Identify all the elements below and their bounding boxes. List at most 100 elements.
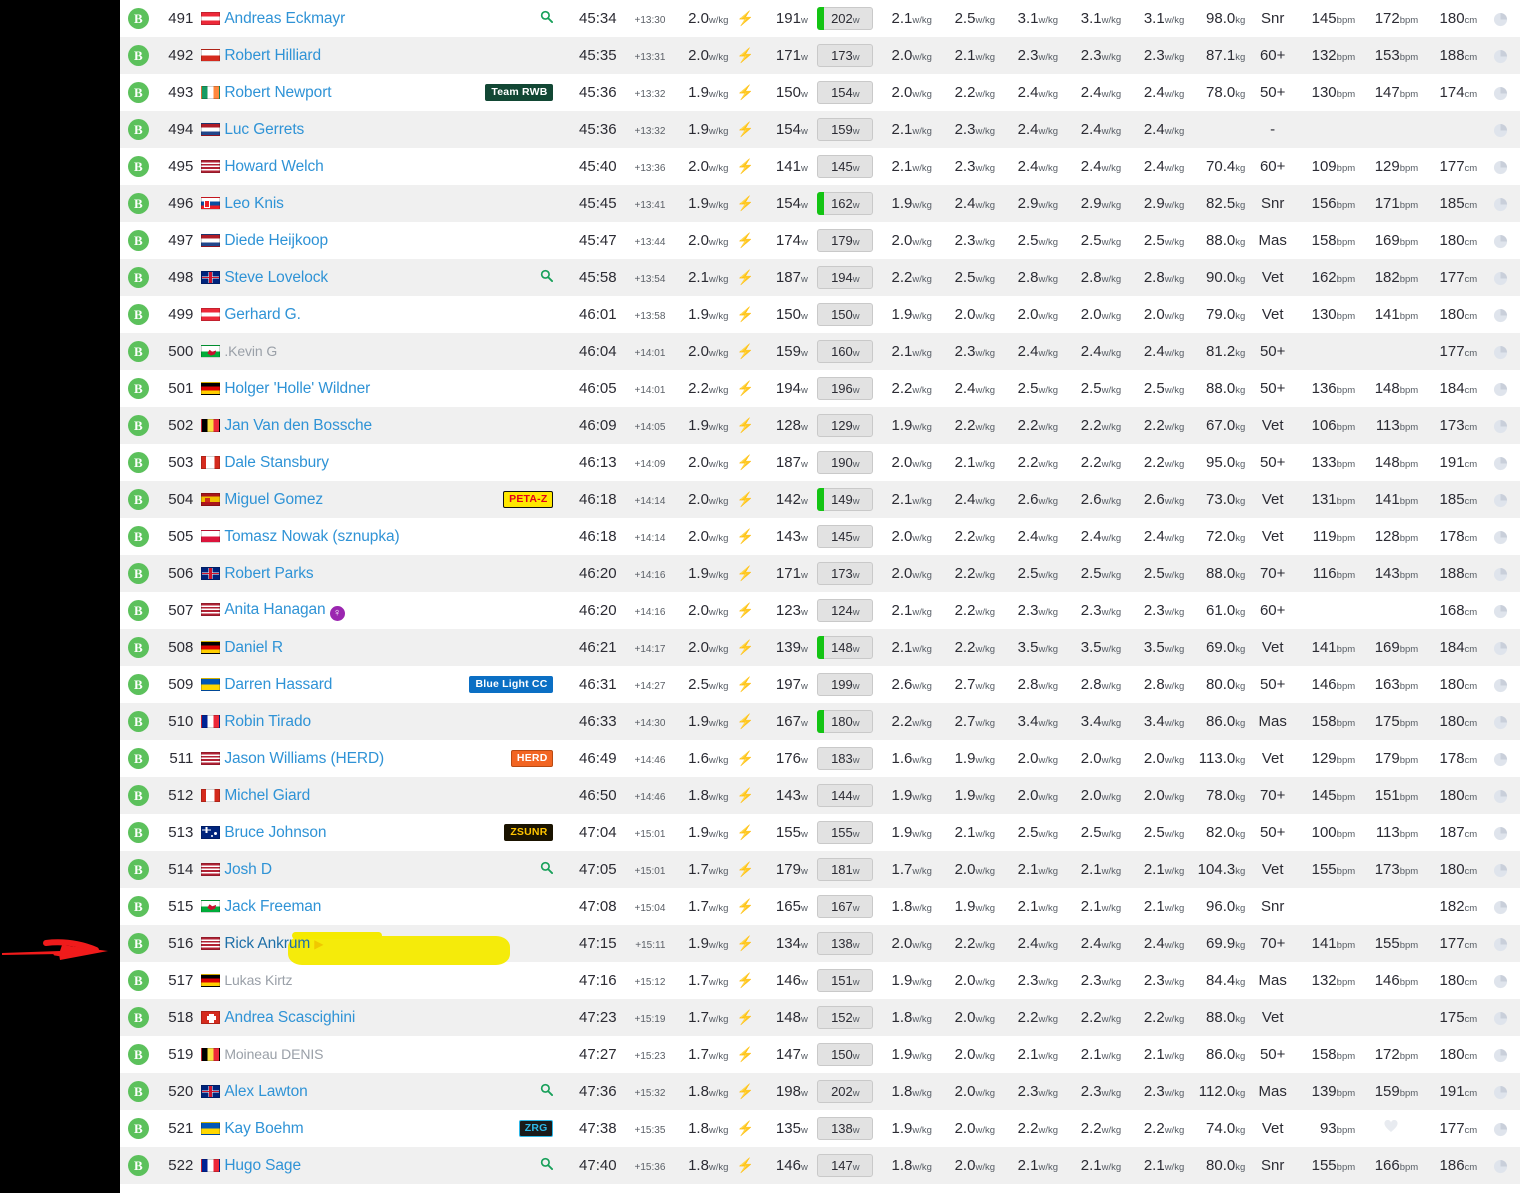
rider-name-link[interactable]: Daniel R bbox=[224, 639, 283, 656]
analysis-pie-icon[interactable] bbox=[1493, 567, 1508, 582]
analysis-pie-icon[interactable] bbox=[1493, 271, 1508, 286]
rider-name-cell[interactable]: Jason Williams (HERD) bbox=[197, 740, 451, 777]
team-badge[interactable]: PETA-Z bbox=[503, 491, 554, 509]
table-row[interactable]: B 512 Michel Giard 46:50 +14:46 1.8w/kg ⚡ 143w 1… bbox=[120, 777, 1520, 814]
team-cell[interactable]: ZRG bbox=[452, 1110, 558, 1147]
analysis-cell[interactable] bbox=[1481, 481, 1520, 518]
analysis-cell[interactable] bbox=[1481, 148, 1520, 185]
rider-name-cell[interactable]: .Kevin G bbox=[197, 333, 451, 370]
team-cell[interactable] bbox=[452, 185, 558, 222]
rider-name-cell[interactable]: Tomasz Nowak (sznupka) bbox=[197, 518, 451, 555]
analysis-cell[interactable] bbox=[1481, 1036, 1520, 1073]
team-cell[interactable] bbox=[452, 925, 558, 962]
rider-name-cell[interactable]: Josh D bbox=[197, 851, 451, 888]
analysis-cell[interactable] bbox=[1481, 629, 1520, 666]
rider-name-link[interactable]: Robert Parks bbox=[224, 565, 313, 582]
team-cell[interactable] bbox=[452, 111, 558, 148]
team-cell[interactable] bbox=[452, 555, 558, 592]
analysis-cell[interactable] bbox=[1481, 222, 1520, 259]
table-row[interactable]: B 504 Miguel Gomez PETA-Z 46:18 +14:14 2.0w/kg… bbox=[120, 481, 1520, 518]
rider-name-cell[interactable]: Gerhard G. bbox=[197, 296, 451, 333]
table-row[interactable]: B 510 Robin Tirado 46:33 +14:30 1.9w/kg ⚡ 167w 1… bbox=[120, 703, 1520, 740]
rider-name-link[interactable]: Michel Giard bbox=[224, 787, 310, 804]
analysis-pie-icon[interactable] bbox=[1493, 678, 1508, 693]
analysis-cell[interactable] bbox=[1481, 1110, 1520, 1147]
analysis-pie-icon[interactable] bbox=[1493, 456, 1508, 471]
analysis-pie-icon[interactable] bbox=[1493, 160, 1508, 175]
rider-name-link[interactable]: Robert Newport bbox=[224, 84, 331, 101]
analysis-pie-icon[interactable] bbox=[1493, 715, 1508, 730]
table-row[interactable]: B 511 Jason Williams (HERD) HERD 46:49 +14:46… bbox=[120, 740, 1520, 777]
team-cell[interactable] bbox=[452, 37, 558, 74]
search-icon[interactable] bbox=[540, 1157, 554, 1170]
rider-name-link[interactable]: Andrea Scascighini bbox=[224, 1009, 355, 1026]
analysis-pie-icon[interactable] bbox=[1493, 863, 1508, 878]
analysis-cell[interactable] bbox=[1481, 74, 1520, 111]
analysis-cell[interactable] bbox=[1481, 666, 1520, 703]
table-row[interactable]: B 499 Gerhard G. 46:01 +13:58 1.9w/kg ⚡ 150w 150… bbox=[120, 296, 1520, 333]
team-cell[interactable]: Team RWB bbox=[452, 74, 558, 111]
rider-name-link[interactable]: Gerhard G. bbox=[224, 306, 301, 323]
analysis-cell[interactable] bbox=[1481, 740, 1520, 777]
rider-name-link[interactable]: Hugo Sage bbox=[224, 1157, 301, 1174]
analysis-pie-icon[interactable] bbox=[1493, 197, 1508, 212]
team-cell[interactable]: ZSUNR bbox=[452, 814, 558, 851]
analysis-cell[interactable] bbox=[1481, 111, 1520, 148]
rider-name-cell[interactable]: Howard Welch bbox=[197, 148, 451, 185]
rider-name-cell[interactable]: Rick Ankrum ▶ bbox=[197, 925, 451, 962]
rider-name-cell[interactable]: Steve Lovelock bbox=[197, 259, 451, 296]
analysis-cell[interactable] bbox=[1481, 185, 1520, 222]
analysis-pie-icon[interactable] bbox=[1493, 123, 1508, 138]
table-row[interactable]: B 507 Anita Hanagan ♀ 46:20 +14:16 2.0w/kg ⚡ 123… bbox=[120, 592, 1520, 629]
rider-name-cell[interactable]: Miguel Gomez bbox=[197, 481, 451, 518]
table-row[interactable]: B 496 Leo Knis 45:45 +13:41 1.9w/kg ⚡ 154w 162w 1… bbox=[120, 185, 1520, 222]
table-row[interactable]: B 498 Steve Lovelock 45:58 +13:54 2.1w/kg ⚡ 187… bbox=[120, 259, 1520, 296]
rider-name-link[interactable]: Dale Stansbury bbox=[224, 454, 329, 471]
team-cell[interactable] bbox=[452, 333, 558, 370]
team-cell[interactable] bbox=[452, 962, 558, 999]
search-icon[interactable] bbox=[540, 861, 554, 874]
rider-name-link[interactable]: Jack Freeman bbox=[224, 898, 321, 915]
table-row[interactable]: B 519 Moineau DENIS 47:27 +15:23 1.7w/kg ⚡ 147w… bbox=[120, 1036, 1520, 1073]
analysis-pie-icon[interactable] bbox=[1493, 900, 1508, 915]
analysis-pie-icon[interactable] bbox=[1493, 937, 1508, 952]
table-row[interactable]: B 497 Diede Heijkoop 45:47 +13:44 2.0w/kg ⚡ 174… bbox=[120, 222, 1520, 259]
analysis-pie-icon[interactable] bbox=[1493, 530, 1508, 545]
analysis-pie-icon[interactable] bbox=[1493, 1122, 1508, 1137]
rider-name-link[interactable]: Andreas Eckmayr bbox=[224, 10, 345, 27]
rider-name-cell[interactable]: Diede Heijkoop bbox=[197, 222, 451, 259]
analysis-cell[interactable] bbox=[1481, 777, 1520, 814]
team-cell[interactable] bbox=[452, 592, 558, 629]
team-cell[interactable] bbox=[452, 0, 558, 37]
table-row[interactable]: B 494 Luc Gerrets 45:36 +13:32 1.9w/kg ⚡ 154w 15… bbox=[120, 111, 1520, 148]
team-cell[interactable] bbox=[452, 777, 558, 814]
rider-name-cell[interactable]: Andreas Eckmayr bbox=[197, 0, 451, 37]
analysis-cell[interactable] bbox=[1481, 407, 1520, 444]
table-row[interactable]: B 508 Daniel R 46:21 +14:17 2.0w/kg ⚡ 139w 148w 2… bbox=[120, 629, 1520, 666]
analysis-cell[interactable] bbox=[1481, 888, 1520, 925]
analysis-cell[interactable] bbox=[1481, 0, 1520, 37]
team-cell[interactable] bbox=[452, 296, 558, 333]
analysis-pie-icon[interactable] bbox=[1493, 789, 1508, 804]
analysis-pie-icon[interactable] bbox=[1493, 419, 1508, 434]
team-cell[interactable] bbox=[452, 629, 558, 666]
rider-name-cell[interactable]: Robert Parks bbox=[197, 555, 451, 592]
rider-name-link[interactable]: Kay Boehm bbox=[224, 1120, 303, 1137]
rider-name-cell[interactable]: Daniel R bbox=[197, 629, 451, 666]
rider-name-link[interactable]: .Kevin G bbox=[224, 343, 277, 359]
rider-name-cell[interactable]: Darren Hassard bbox=[197, 666, 451, 703]
search-icon[interactable] bbox=[540, 1083, 554, 1096]
analysis-pie-icon[interactable] bbox=[1493, 345, 1508, 360]
table-row[interactable]: B 492 Robert Hilliard 45:35 +13:31 2.0w/kg ⚡ 17… bbox=[120, 37, 1520, 74]
team-cell[interactable] bbox=[452, 1073, 558, 1110]
rider-name-link[interactable]: Anita Hanagan bbox=[224, 601, 325, 618]
analysis-cell[interactable] bbox=[1481, 555, 1520, 592]
rider-name-link[interactable]: Holger 'Holle' Wildner bbox=[224, 380, 370, 397]
analysis-pie-icon[interactable] bbox=[1493, 49, 1508, 64]
rider-name-link[interactable]: Rick Ankrum bbox=[224, 935, 310, 952]
rider-name-cell[interactable]: Lukas Kirtz bbox=[197, 962, 451, 999]
analysis-cell[interactable] bbox=[1481, 1073, 1520, 1110]
rider-name-cell[interactable]: Andrea Scascighini bbox=[197, 999, 451, 1036]
analysis-cell[interactable] bbox=[1481, 296, 1520, 333]
analysis-pie-icon[interactable] bbox=[1493, 1048, 1508, 1063]
